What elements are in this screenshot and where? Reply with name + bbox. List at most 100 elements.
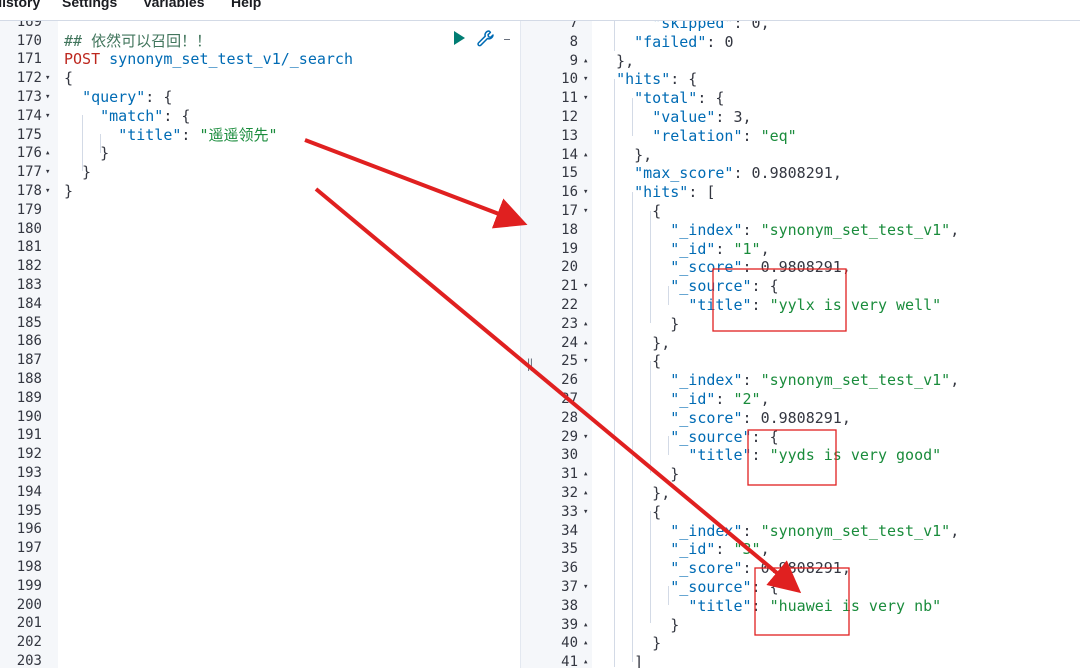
- token-punc: },: [598, 145, 653, 164]
- line-number: 177: [16, 164, 42, 181]
- menu-bar: History Settings Variables Help: [0, 0, 1080, 21]
- code-text: {: [598, 202, 661, 221]
- token-num: 0.9808291: [760, 258, 842, 277]
- code-text: "_index": "synonym_set_test_v1",: [598, 221, 959, 240]
- line-number: 29: [561, 428, 578, 445]
- token-key: "_id": [670, 239, 716, 258]
- menu-help[interactable]: Help: [231, 0, 261, 10]
- code-line: 20 "_score": 0.9808291,: [540, 258, 1080, 277]
- token-punc: : {: [751, 427, 779, 446]
- line-number: 170: [16, 32, 42, 49]
- fold-close-icon[interactable]: ▴: [45, 144, 50, 163]
- more-icon[interactable]: [504, 39, 510, 40]
- token-punc: :: [742, 559, 761, 578]
- token-key: "_source": [670, 427, 752, 446]
- token-punc: [598, 540, 670, 558]
- line-number: 7: [569, 21, 578, 31]
- token-num: 3: [733, 108, 743, 126]
- code-line: 33 ▾ {: [540, 503, 1080, 522]
- fold-open-icon[interactable]: ▾: [45, 182, 50, 201]
- code-line: 30 "title": "yyds is very good": [540, 446, 1080, 465]
- code-text: "total": {: [598, 89, 724, 108]
- code-text: "title": "遥遥领先": [64, 126, 277, 145]
- code-text: "_score": 0.9808291,: [598, 258, 851, 277]
- fold-close-icon[interactable]: ▴: [583, 315, 588, 334]
- line-number: 11: [561, 90, 578, 107]
- fold-open-icon[interactable]: ▾: [45, 69, 50, 88]
- token-punc: :: [733, 164, 752, 183]
- fold-open-icon[interactable]: ▾: [583, 70, 588, 89]
- fold-close-icon[interactable]: ▴: [583, 634, 588, 653]
- code-line: 195: [0, 502, 520, 521]
- token-punc: :: [742, 258, 761, 277]
- code-line: 191: [0, 426, 520, 445]
- token-url: synonym_set_test_v1/_search: [109, 50, 353, 69]
- token-key: "total": [634, 89, 698, 108]
- line-number: 12: [561, 109, 578, 125]
- fold-open-icon[interactable]: ▾: [45, 163, 50, 182]
- token-punc: :: [742, 220, 761, 239]
- token-punc: [598, 221, 670, 239]
- token-punc: [598, 21, 652, 32]
- token-key: "_id": [670, 390, 716, 408]
- fold-open-icon[interactable]: ▾: [583, 578, 588, 597]
- token-punc: : [: [688, 183, 716, 202]
- line-number: 173: [16, 88, 42, 105]
- token-punc: ,: [760, 390, 770, 408]
- fold-close-icon[interactable]: ▴: [583, 465, 588, 484]
- indent-guide: [614, 21, 615, 51]
- pane-resizer[interactable]: ‖: [520, 21, 542, 668]
- fold-open-icon[interactable]: ▾: [45, 88, 50, 107]
- fold-open-icon[interactable]: ▾: [583, 89, 588, 108]
- fold-open-icon[interactable]: ▾: [583, 428, 588, 447]
- fold-open-icon[interactable]: ▾: [583, 503, 588, 522]
- menu-history[interactable]: History: [0, 0, 40, 10]
- token-str: "synonym_set_test_v1": [760, 521, 951, 540]
- token-key: "_score": [670, 559, 743, 578]
- token-punc: :: [742, 408, 761, 427]
- token-punc: [598, 409, 670, 427]
- code-line: 40 ▴ }: [540, 634, 1080, 653]
- token-punc: },: [598, 51, 635, 70]
- token-punc: }: [64, 181, 74, 200]
- fold-open-icon[interactable]: ▾: [45, 107, 50, 126]
- fold-open-icon[interactable]: ▾: [583, 352, 588, 371]
- play-icon[interactable]: [454, 31, 465, 45]
- line-number: 192: [16, 446, 42, 463]
- fold-close-icon[interactable]: ▴: [583, 334, 588, 353]
- fold-close-icon[interactable]: ▴: [583, 616, 588, 635]
- code-text: "_source": {: [598, 277, 778, 296]
- fold-close-icon[interactable]: ▴: [583, 484, 588, 503]
- request-editor[interactable]: 169 170 ## 依然可以召回！！ 171 POST synonym_set_te…: [0, 21, 520, 668]
- code-line: 201: [0, 614, 520, 633]
- fold-open-icon[interactable]: ▾: [583, 183, 588, 202]
- fold-open-icon[interactable]: ▾: [583, 277, 588, 296]
- wrench-icon[interactable]: [476, 29, 496, 53]
- fold-close-icon[interactable]: ▴: [583, 653, 588, 668]
- token-key: "_id": [670, 540, 716, 559]
- code-line: 178 ▾}: [0, 182, 520, 201]
- token-punc: [598, 258, 670, 276]
- token-punc: [598, 371, 670, 389]
- menu-settings[interactable]: Settings: [62, 0, 117, 10]
- resize-handle-icon[interactable]: ‖: [526, 357, 534, 371]
- line-number: 171: [16, 51, 42, 68]
- fold-open-icon[interactable]: ▾: [583, 202, 588, 221]
- menu-variables[interactable]: Variables: [143, 0, 205, 10]
- code-text: "_id": "1",: [598, 239, 769, 259]
- code-text: "relation": "eq": [598, 127, 797, 146]
- token-num: 0.9808291: [760, 559, 842, 578]
- token-key: "_index": [670, 220, 743, 239]
- line-number: 176: [16, 145, 42, 162]
- fold-close-icon[interactable]: ▴: [583, 146, 588, 165]
- code-line: 18 "_index": "synonym_set_test_v1",: [540, 221, 1080, 240]
- line-number: 30: [561, 447, 578, 464]
- code-line: 36 "_score": 0.9808291,: [540, 559, 1080, 578]
- line-number: 172: [16, 70, 42, 87]
- indent-guide: [632, 192, 633, 662]
- token-punc: [598, 127, 652, 145]
- token-key: "hits": [616, 70, 671, 89]
- code-text: "_id": "3",: [598, 540, 769, 559]
- token-punc: }: [64, 163, 92, 182]
- fold-close-icon[interactable]: ▴: [583, 52, 588, 71]
